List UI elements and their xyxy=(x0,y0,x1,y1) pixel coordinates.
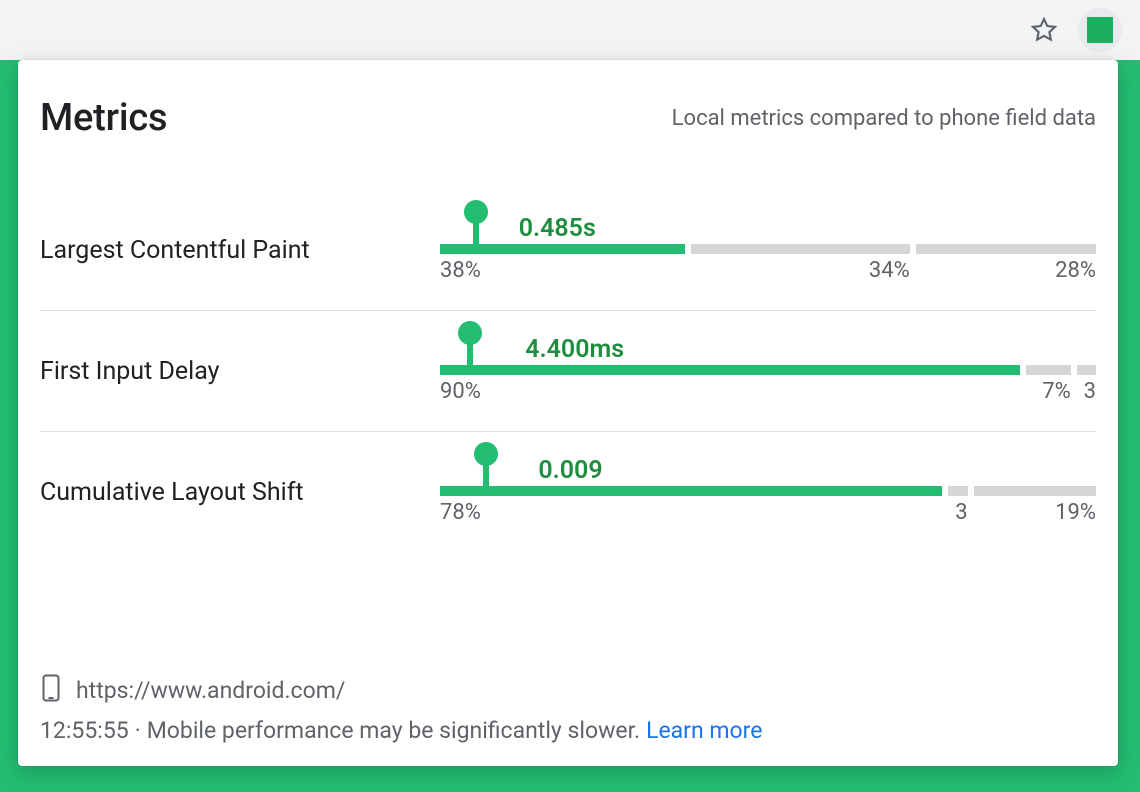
footer-url-row: https://www.android.com/ xyxy=(40,673,1096,707)
learn-more-link[interactable]: Learn more xyxy=(646,717,762,744)
metric-marker-icon xyxy=(483,452,489,488)
metric-name: Largest Contentful Paint xyxy=(40,236,440,265)
metric-name: Cumulative Layout Shift xyxy=(40,478,440,507)
browser-toolbar xyxy=(0,0,1140,60)
bar-label: 28% xyxy=(916,258,1096,286)
footer-url: https://www.android.com/ xyxy=(76,677,345,704)
bar-segment xyxy=(1077,365,1096,375)
bar-label: 19% xyxy=(974,500,1096,528)
bar-labels: 78%319% xyxy=(440,500,1096,528)
bar-track xyxy=(440,244,1096,254)
bar-segment xyxy=(1026,365,1071,375)
bar-segment xyxy=(916,244,1096,254)
bar-label: 34% xyxy=(691,258,910,286)
bar-segment xyxy=(440,486,942,496)
bar-track xyxy=(440,486,1096,496)
footer-status-row: 12:55:55 · Mobile performance may be sig… xyxy=(40,717,1096,744)
metric-bar: 0.485s 38%34%28% xyxy=(440,214,1096,286)
footer-warning: Mobile performance may be significantly … xyxy=(147,717,640,744)
metric-bar: 4.400ms 90%7%3 xyxy=(440,335,1096,407)
popup-footer: https://www.android.com/ 12:55:55 · Mobi… xyxy=(40,673,1096,744)
bar-label: 90% xyxy=(440,379,1020,407)
bar-labels: 38%34%28% xyxy=(440,258,1096,286)
footer-separator: · xyxy=(135,717,141,744)
bar-segment xyxy=(948,486,967,496)
metric-row: First Input Delay 4.400ms 90%7%3 xyxy=(40,311,1096,432)
extension-status-square-icon xyxy=(1087,17,1113,43)
metrics-list: Largest Contentful Paint 0.485s 38%34%28% F… xyxy=(40,190,1096,665)
bar-label: 78% xyxy=(440,500,942,528)
metric-value: 0.485s xyxy=(519,214,596,243)
bar-label: 3 xyxy=(948,500,967,528)
metric-name: First Input Delay xyxy=(40,357,440,386)
bar-label: 38% xyxy=(440,258,685,286)
bar-segment xyxy=(691,244,910,254)
metric-bar: 0.009 78%319% xyxy=(440,456,1096,528)
footer-timestamp: 12:55:55 xyxy=(40,717,129,744)
metric-row: Largest Contentful Paint 0.485s 38%34%28% xyxy=(40,190,1096,311)
bar-track xyxy=(440,365,1096,375)
bar-label: 7% xyxy=(1026,379,1071,407)
mobile-device-icon xyxy=(40,673,62,707)
bar-segment xyxy=(440,244,685,254)
metrics-popup: Metrics Local metrics compared to phone … xyxy=(18,60,1118,766)
metric-row: Cumulative Layout Shift 0.009 78%319% xyxy=(40,432,1096,552)
bar-label: 3 xyxy=(1077,379,1096,407)
bookmark-star-icon[interactable] xyxy=(1028,14,1060,46)
metric-marker-icon xyxy=(473,210,479,246)
bar-labels: 90%7%3 xyxy=(440,379,1096,407)
popup-title: Metrics xyxy=(40,96,167,140)
metric-value: 0.009 xyxy=(538,456,602,485)
metric-marker-icon xyxy=(467,331,473,367)
popup-subtitle: Local metrics compared to phone field da… xyxy=(672,106,1096,131)
extension-icon[interactable] xyxy=(1078,8,1122,52)
bar-segment xyxy=(440,365,1020,375)
bar-segment xyxy=(974,486,1096,496)
metric-value: 4.400ms xyxy=(525,335,624,364)
popup-header: Metrics Local metrics compared to phone … xyxy=(40,96,1096,140)
